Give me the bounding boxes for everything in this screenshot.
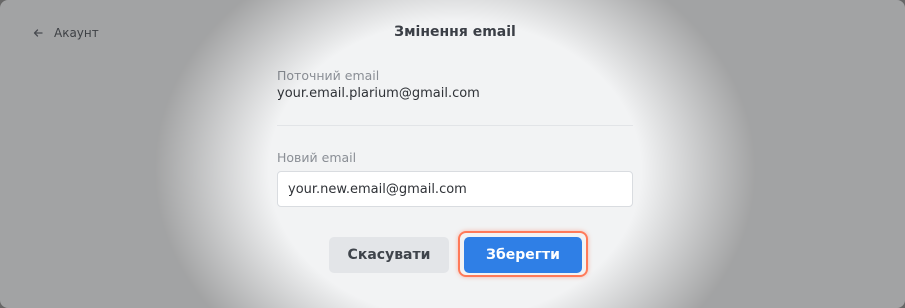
new-email-section: Новий email [277,150,356,165]
current-email-label: Поточний email [277,68,380,83]
new-email-input[interactable] [277,171,633,207]
current-email-value: your.email.plarium@gmail.com [277,86,480,101]
new-email-label: Новий email [277,150,357,165]
cancel-button[interactable]: Скасувати [329,237,449,273]
change-email-page: Акаунт Змінення email Поточний email you… [0,0,905,308]
divider [277,125,633,126]
current-email-section: Поточний email your.email.plarium@gmail.… [277,68,480,101]
page-title: Змінення email [394,24,516,40]
save-button[interactable]: Зберегти [464,237,582,273]
